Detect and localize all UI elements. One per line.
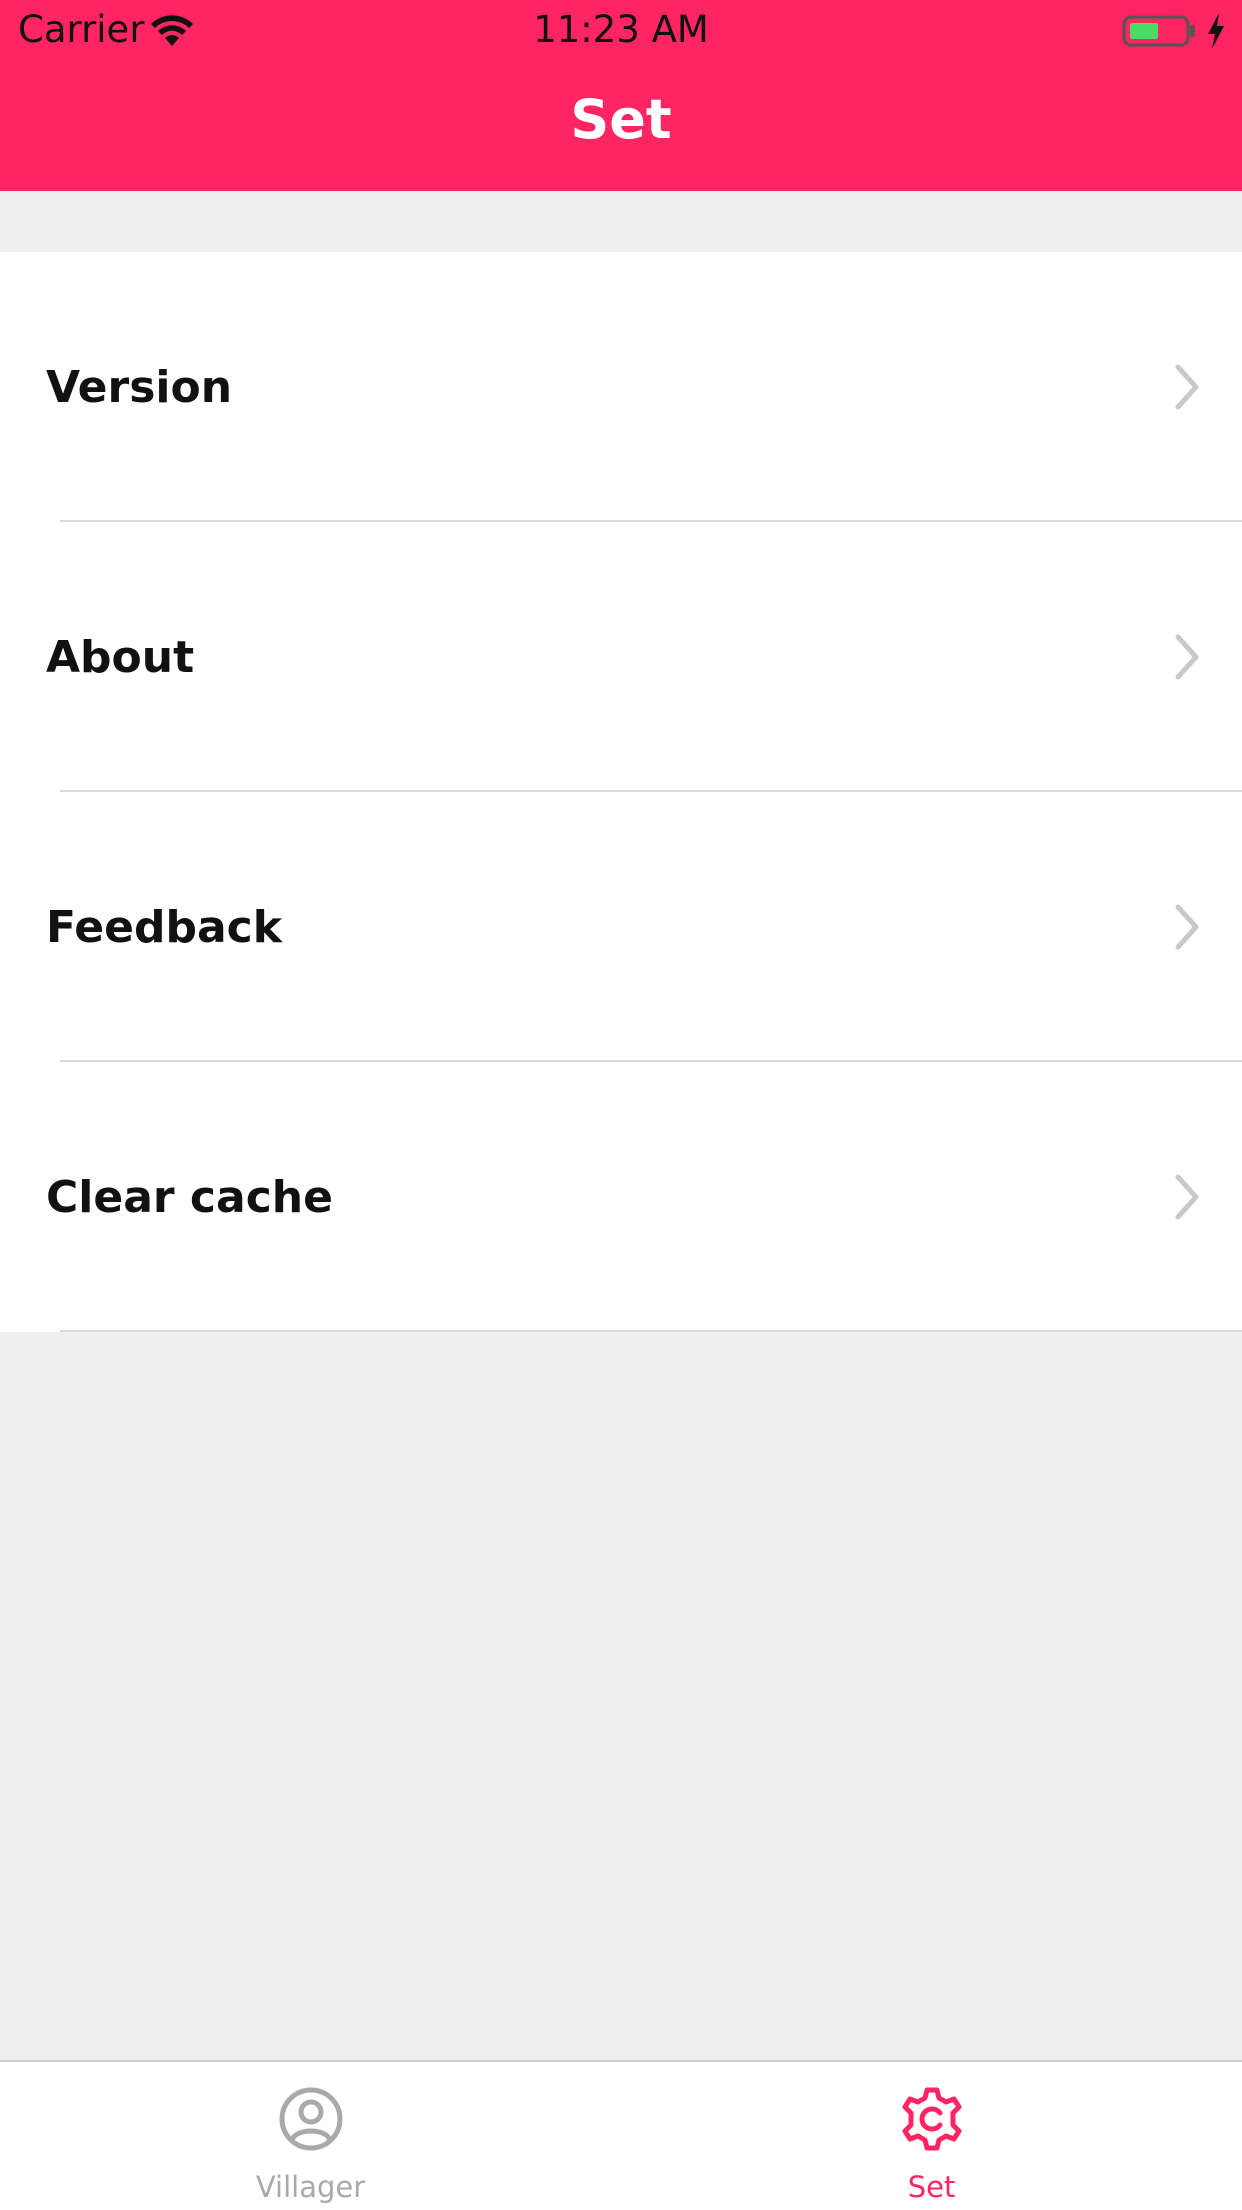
settings-row-label: About xyxy=(46,631,195,683)
gear-icon xyxy=(902,2087,961,2151)
chevron-right-icon xyxy=(1175,1174,1199,1220)
tab-bar: Villager Set xyxy=(0,2060,1242,2210)
tab-set[interactable]: Set xyxy=(621,2062,1242,2210)
nav-bar: Carrier 11:23 AM Set xyxy=(0,0,1242,191)
tab-villager[interactable]: Villager xyxy=(0,2062,621,2210)
settings-row-label: Feedback xyxy=(46,901,282,953)
row-divider xyxy=(60,1330,1242,1332)
chevron-right-icon xyxy=(1175,904,1199,950)
settings-row-label: Clear cache xyxy=(46,1171,333,1223)
page-title: Set xyxy=(570,88,672,151)
person-circle-icon xyxy=(279,2087,342,2151)
status-time: 11:23 AM xyxy=(533,8,709,51)
tab-label: Villager xyxy=(255,2170,366,2204)
charging-icon xyxy=(1208,13,1224,49)
settings-row-version[interactable]: Version xyxy=(0,252,1242,522)
settings-list: Version About Feedback Clear cache xyxy=(0,252,1242,1332)
settings-row-clear-cache[interactable]: Clear cache xyxy=(0,1062,1242,1332)
tab-label: Set xyxy=(907,2170,956,2204)
battery-icon xyxy=(1122,15,1195,47)
settings-row-about[interactable]: About xyxy=(0,522,1242,792)
settings-row-feedback[interactable]: Feedback xyxy=(0,792,1242,1062)
chevron-right-icon xyxy=(1175,364,1199,410)
status-bar: Carrier 11:23 AM xyxy=(0,0,1242,60)
settings-row-label: Version xyxy=(46,361,233,413)
chevron-right-icon xyxy=(1175,634,1199,680)
